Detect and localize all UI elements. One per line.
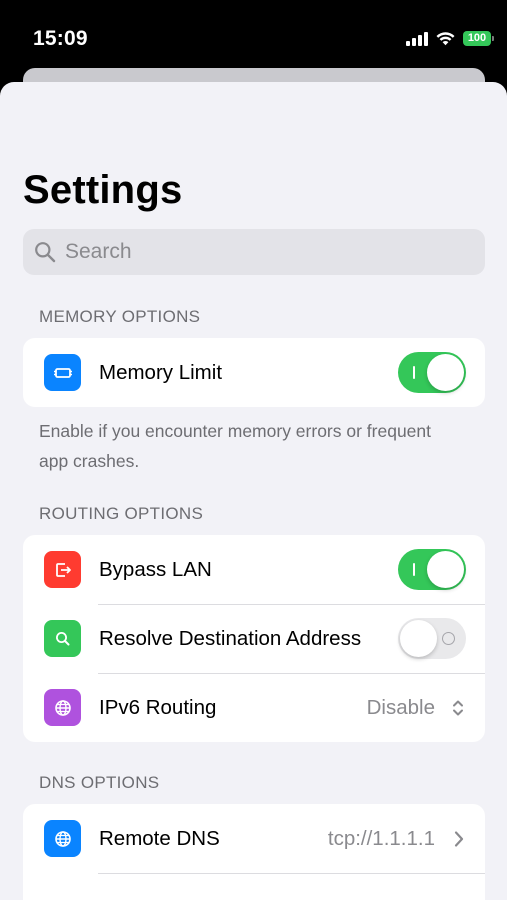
resolve-destination-toggle[interactable] xyxy=(398,618,466,659)
bypass-icon xyxy=(44,551,81,588)
memory-limit-row[interactable]: Memory Limit xyxy=(23,338,485,407)
wifi-icon xyxy=(436,32,455,46)
page-title: Settings xyxy=(23,168,183,212)
bypass-lan-toggle[interactable] xyxy=(398,549,466,590)
ipv6-routing-value: Disable xyxy=(366,695,435,719)
routing-options-group: Bypass LAN Resolve Destination Address I… xyxy=(23,535,485,742)
status-time: 15:09 xyxy=(33,27,88,50)
toggle-knob xyxy=(400,620,437,657)
search-placeholder: Search xyxy=(65,240,132,263)
remote-dns-value: tcp://1.1.1.1 xyxy=(327,826,435,850)
resolve-destination-label: Resolve Destination Address xyxy=(99,626,362,650)
section-header-memory: MEMORY OPTIONS xyxy=(39,307,201,326)
battery-icon: 100 xyxy=(463,30,494,46)
dns-options-group: Remote DNS tcp://1.1.1.1 xyxy=(23,804,485,900)
ipv6-routing-row[interactable]: IPv6 Routing Disable xyxy=(23,673,485,742)
toggle-knob xyxy=(427,354,464,391)
resolve-destination-row[interactable]: Resolve Destination Address xyxy=(23,604,485,673)
memory-options-group: Memory Limit xyxy=(23,338,485,407)
cellular-signal-icon xyxy=(406,31,428,46)
battery-level: 100 xyxy=(467,32,487,44)
settings-sheet: Settings Search MEMORY OPTIONS Memory Li… xyxy=(0,82,507,900)
bypass-lan-label: Bypass LAN xyxy=(99,557,212,581)
search-icon xyxy=(35,242,56,263)
memory-limit-label: Memory Limit xyxy=(99,360,223,384)
toggle-on-mark xyxy=(413,563,415,576)
section-header-dns: DNS OPTIONS xyxy=(39,773,160,792)
section-header-routing: ROUTING OPTIONS xyxy=(39,504,204,523)
memory-chip-icon xyxy=(44,354,81,391)
next-dns-row[interactable] xyxy=(23,873,485,900)
globe-icon xyxy=(44,820,81,857)
ipv6-routing-label: IPv6 Routing xyxy=(99,695,217,719)
status-icons: 100 xyxy=(406,28,494,48)
remote-dns-row[interactable]: Remote DNS tcp://1.1.1.1 xyxy=(23,804,485,873)
remote-dns-label: Remote DNS xyxy=(99,826,220,850)
toggle-on-mark xyxy=(413,366,415,379)
globe-icon xyxy=(44,689,81,726)
memory-options-footer: Enable if you encounter memory errors or… xyxy=(39,421,431,471)
memory-limit-toggle[interactable] xyxy=(398,352,466,393)
toggle-knob xyxy=(427,551,464,588)
status-bar: 15:09 100 xyxy=(0,0,507,70)
search-input[interactable]: Search xyxy=(23,229,485,275)
chevron-up-down-icon xyxy=(453,700,463,715)
bypass-lan-row[interactable]: Bypass LAN xyxy=(23,535,485,604)
magnifier-icon xyxy=(44,620,81,657)
chevron-right-icon xyxy=(454,830,464,847)
toggle-off-mark xyxy=(442,632,455,645)
